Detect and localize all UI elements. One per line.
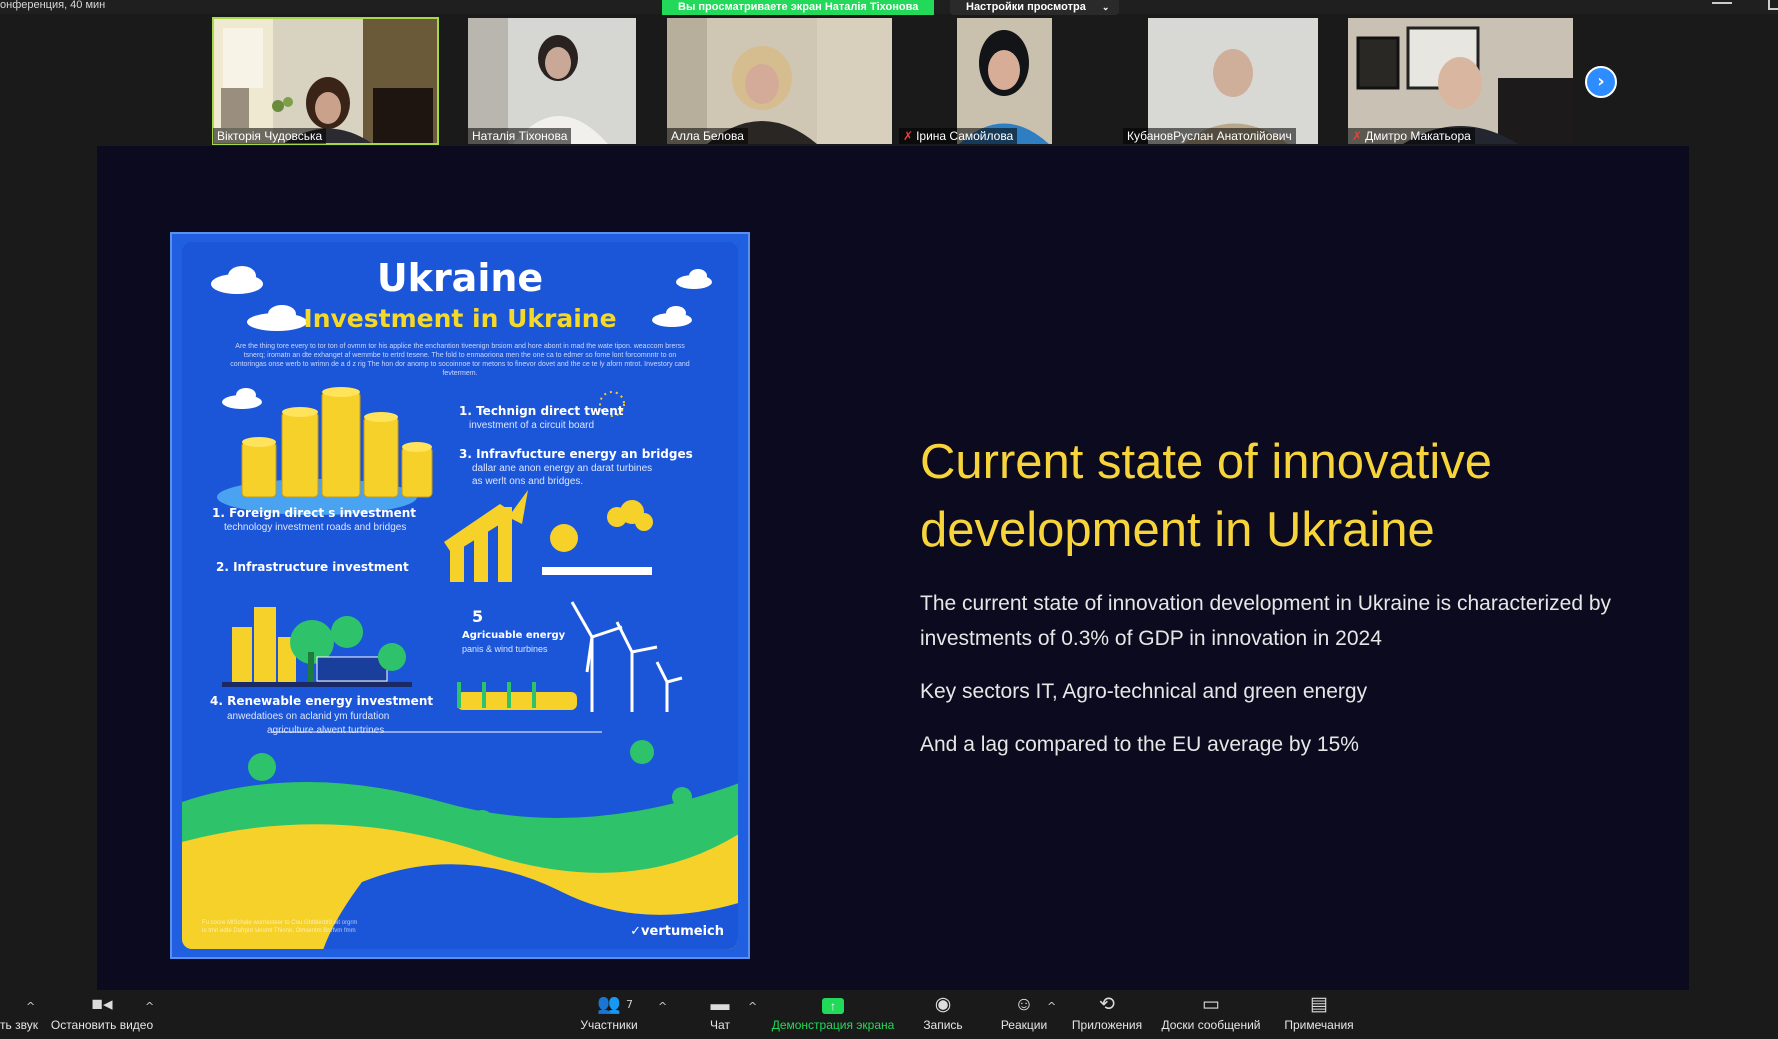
participant-tile[interactable]: Вікторія Чудовська: [212, 17, 439, 145]
poster-title: Ukraine: [376, 256, 544, 300]
participant-tile[interactable]: Наталія Тіхонова: [468, 18, 636, 144]
video-camera-icon: ■◂: [91, 994, 113, 1015]
participants-icon: 👥: [597, 994, 621, 1015]
share-screen-icon: ↑: [822, 998, 844, 1014]
chevron-right-icon[interactable]: ›: [1585, 66, 1617, 98]
poster-item: 3. Infravfucture energy an bridges: [459, 447, 693, 461]
notes-icon: ▤: [1310, 994, 1328, 1015]
participant-name: ✗ Ірина Самойлова: [899, 128, 1018, 144]
slide-paragraph: And a lag compared to the EU average by …: [920, 733, 1359, 756]
participant-name: Алла Белова: [667, 128, 748, 144]
muted-mic-icon: ✗: [1352, 129, 1363, 143]
poster-item-sub: anwedatioes on aclanid ym furdation: [227, 711, 390, 722]
poster-item: 4. Renewable energy investment: [210, 694, 434, 708]
poster-footnote: Fu cocre MlSchale wurrlesteer to Cou Ght…: [202, 920, 358, 934]
chevron-down-icon: ⌄: [1101, 2, 1110, 12]
poster-item-sub: as werlt ons and bridges.: [472, 476, 584, 487]
participants-count: 7: [626, 998, 633, 1011]
participant-video: [468, 18, 636, 144]
chat-icon: ▬: [710, 994, 730, 1015]
poster-item-sub: investment of a circuit board: [469, 420, 595, 431]
slide-body: The current state of innovation developm…: [920, 586, 1640, 780]
slide-paragraph: Key sectors IT, Agro-technical and green…: [920, 680, 1368, 703]
participants-options-caret[interactable]: ^: [658, 1000, 667, 1013]
participant-tile[interactable]: КубановРуслан Анатолійович: [1123, 18, 1318, 144]
poster-subtitle: Investment in Ukraine: [303, 304, 617, 333]
poster-item-sub: panis & wind turbines: [462, 644, 548, 654]
share-screen-button[interactable]: ↑ Демонстрация экрана: [768, 990, 898, 1039]
reaction-emoji-icon: ☺: [1014, 994, 1034, 1015]
exit-fullscreen-icon[interactable]: [1768, 0, 1778, 10]
poster-item: 1. Technign direct twent: [459, 404, 624, 418]
participant-name: Вікторія Чудовська: [213, 128, 327, 144]
view-options-button[interactable]: Настройки просмотра ⌄: [950, 0, 1120, 15]
audio-button[interactable]: ть звук: [0, 990, 38, 1039]
poster-item: 5: [472, 607, 484, 626]
participant-tile[interactable]: Алла Белова: [667, 18, 892, 144]
participant-video: [667, 18, 892, 144]
participant-name: Наталія Тіхонова: [468, 128, 572, 144]
reactions-options-caret[interactable]: ^: [1047, 1000, 1056, 1013]
participant-tile[interactable]: ✗ Дмитро Макатьора: [1348, 18, 1573, 144]
chat-options-caret[interactable]: ^: [748, 1000, 757, 1013]
participant-gallery: Вікторія Чудовська Наталія Тіхонова Алла…: [0, 14, 1778, 146]
participant-name: КубановРуслан Анатолійович: [1123, 128, 1296, 144]
record-icon: ◉: [934, 994, 952, 1015]
poster-body: Ukraine Investment in Ukraine Are the th…: [182, 242, 738, 949]
shared-screen: Ukraine Investment in Ukraine Are the th…: [97, 146, 1689, 990]
muted-mic-icon: ✗: [903, 129, 914, 143]
audio-options-caret[interactable]: ^: [26, 1000, 35, 1013]
slide-title: Current state of innovative development …: [920, 435, 1492, 557]
participant-tile[interactable]: ✗ Ірина Самойлова: [899, 18, 1054, 144]
poster-brand: ✓vertumeich: [630, 924, 724, 939]
participant-video: [1348, 18, 1573, 144]
slide-paragraph: The current state of innovation developm…: [920, 592, 1612, 650]
poster-item-sub: agriculture alwent turtrines: [267, 725, 385, 736]
stop-video-button[interactable]: ■◂ Остановить видео: [48, 990, 156, 1039]
poster-item-sub: dallar ane anon energy an darat turbines: [472, 463, 653, 474]
video-options-caret[interactable]: ^: [145, 1000, 154, 1013]
poster-item: 2. Infrastructure investment: [216, 560, 409, 574]
poster-item-sub: technology investment roads and bridges: [224, 522, 407, 533]
notes-button[interactable]: ▤ Примечания: [1280, 990, 1358, 1039]
infographic-poster: Ukraine Investment in Ukraine Are the th…: [170, 232, 750, 959]
record-button[interactable]: ◉ Запись: [918, 990, 968, 1039]
participant-video: [899, 18, 1054, 144]
whiteboards-button[interactable]: ▭ Доски сообщений: [1158, 990, 1264, 1039]
poster-item: 1. Foreign direct s investment: [212, 506, 417, 520]
meeting-toolbar: ть звук ^ ■◂ Остановить видео ^ 👥 Участн…: [0, 990, 1778, 1039]
chat-button[interactable]: ▬ Чат: [700, 990, 740, 1039]
zoom-window: онференция, 40 мин Вы просматриваете экр…: [0, 0, 1778, 1039]
top-status-bar: онференция, 40 мин Вы просматриваете экр…: [0, 0, 1778, 15]
meeting-info: онференция, 40 мин: [0, 0, 106, 11]
poster-intro: Are the thing tore every to tor ton of o…: [230, 343, 690, 377]
participant-video: [213, 18, 438, 144]
participant-name: ✗ Дмитро Макатьора: [1348, 128, 1475, 144]
viewing-screen-banner: Вы просматриваете экран Наталія Тіхонова: [662, 0, 935, 15]
whiteboard-icon: ▭: [1202, 994, 1220, 1015]
reactions-button[interactable]: ☺ Реакции: [996, 990, 1052, 1039]
minimize-icon[interactable]: [1712, 2, 1732, 10]
poster-item: Agricuable energy: [462, 630, 566, 641]
participants-button[interactable]: 👥 Участники: [574, 990, 644, 1039]
apps-button[interactable]: ⟲ Приложения: [1069, 990, 1145, 1039]
view-options-label: Настройки просмотра: [966, 1, 1086, 13]
participant-video: [1123, 18, 1318, 144]
apps-icon: ⟲: [1099, 994, 1115, 1015]
